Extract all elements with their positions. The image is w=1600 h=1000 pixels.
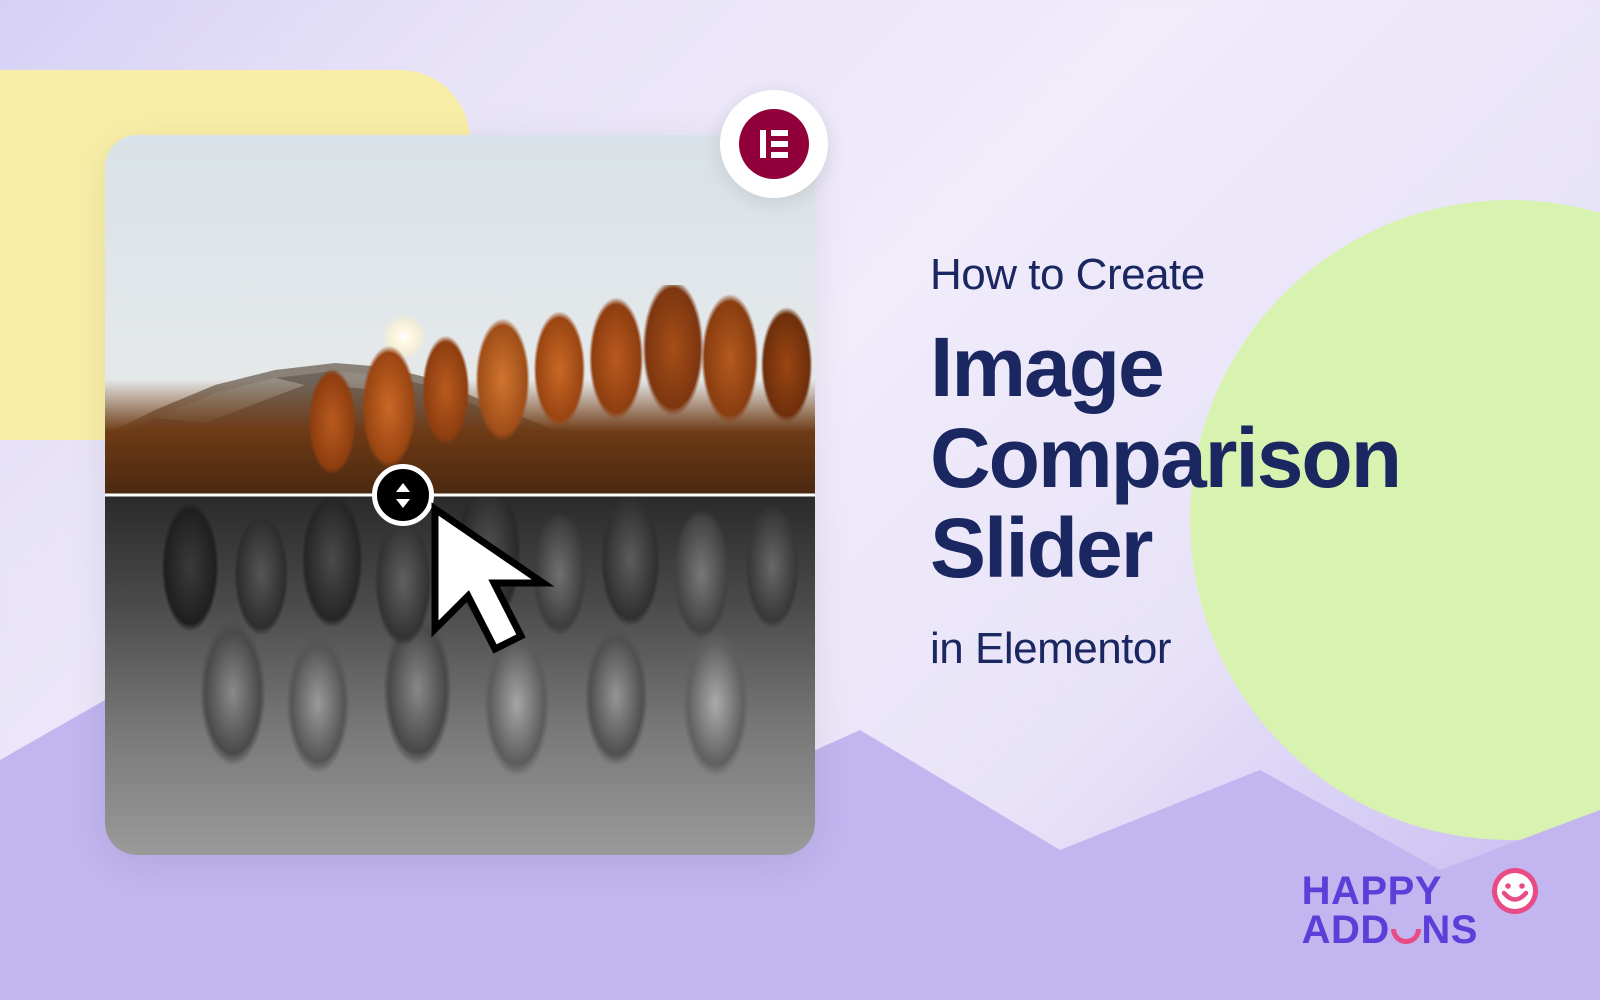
logo-face-icon: [1490, 866, 1540, 916]
logo-line2: ADDONS: [1302, 911, 1478, 950]
elementor-badge: [720, 90, 828, 198]
before-image: [105, 135, 815, 495]
happy-addons-logo: HAPPY ADDONS: [1302, 872, 1540, 950]
cursor-icon: [425, 499, 595, 669]
slider-divider: [105, 494, 815, 497]
elementor-icon: [757, 127, 791, 161]
logo-line1: HAPPY: [1302, 872, 1442, 911]
image-comparison-card: [105, 135, 815, 855]
headline-block: How to Create Image Comparison Slider in…: [930, 250, 1430, 674]
eyebrow-text: How to Create: [930, 250, 1430, 300]
title-text: Image Comparison Slider: [930, 322, 1430, 594]
sub-text: in Elementor: [930, 624, 1430, 674]
